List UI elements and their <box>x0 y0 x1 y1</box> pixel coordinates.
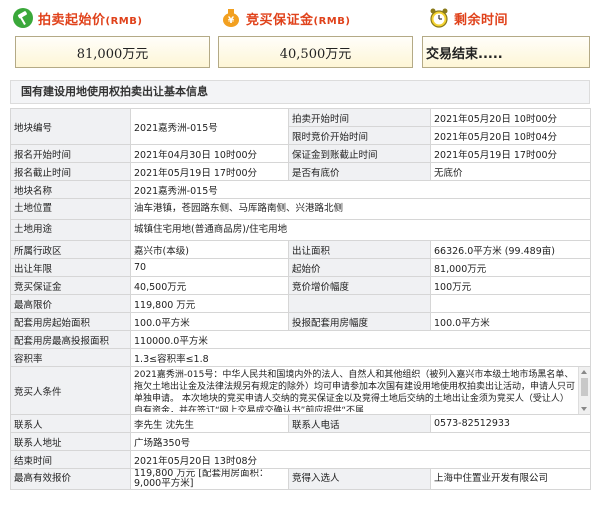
plot-ratio-value: 1.3≤容积率≤1.8 <box>130 348 591 367</box>
bid-increment-label: 竞价增价幅度 <box>288 276 431 295</box>
bidder-conditions-text: 2021嘉秀洲-015号：中华人民共和国境内外的法人、自然人和其他组织（被列入嘉… <box>134 370 576 412</box>
housing-increment-label: 投报配套用房幅度 <box>288 312 431 331</box>
land-location-label: 土地位置 <box>10 198 131 220</box>
time-left-header: 剩余时间 <box>428 4 508 32</box>
auction-summary-header: 拍卖起始价(RMB) ¥ 竞买保证金(RMB) 剩余时间 81,000万元 40… <box>0 0 600 78</box>
deposit-deadline-value: 2021年05月19日 17时00分 <box>430 144 591 163</box>
contact-address-label: 联系人地址 <box>10 432 131 451</box>
auction-start-value: 2021年05月20日 10时00分 <box>430 108 591 127</box>
housing-max-area-label: 配套用房最高投报面积 <box>10 330 131 349</box>
svg-text:¥: ¥ <box>228 16 235 26</box>
parcel-name-label: 地块名称 <box>10 180 131 199</box>
bidder-conditions-textarea[interactable]: 2021嘉秀洲-015号：中华人民共和国境内外的法人、自然人和其他组织（被列入嘉… <box>130 366 591 415</box>
deposit-unit: (RMB) <box>313 15 351 27</box>
price-cap-value: 119,800 万元 <box>130 294 289 313</box>
table-row: 报名开始时间 2021年04月30日 10时00分 保证金到账截止时间 2021… <box>10 144 591 163</box>
table-row: 最高限价 119,800 万元 <box>10 294 591 313</box>
housing-increment-value: 100.0平方米 <box>430 312 591 331</box>
registration-start-value: 2021年04月30日 10时00分 <box>130 144 289 163</box>
start-price-header: 拍卖起始价(RMB) <box>12 4 142 32</box>
end-time-value: 2021年05月20日 13时08分 <box>130 450 591 469</box>
price-cap-label: 最高限价 <box>10 294 131 313</box>
table-row: 地块名称 2021嘉秀洲-015号 <box>10 180 591 199</box>
time-left-label: 剩余时间 <box>454 12 509 28</box>
timed-bid-start-value: 2021年05月20日 10时04分 <box>430 126 591 145</box>
deposit-value: 40,500万元 <box>218 36 413 68</box>
starting-price-value: 81,000万元 <box>430 258 591 277</box>
parcel-number-label: 地块编号 <box>10 108 131 145</box>
scroll-down-icon[interactable] <box>581 407 587 411</box>
registration-start-label: 报名开始时间 <box>10 144 131 163</box>
alarm-clock-icon <box>428 7 450 29</box>
parcel-number-value: 2021嘉秀洲-015号 <box>130 108 289 145</box>
table-row: 出让年限 70 起始价 81,000万元 <box>10 258 591 277</box>
term-years-label: 出让年限 <box>10 258 131 277</box>
land-use-value: 城镇住宅用地(普通商品房)/住宅用地 <box>130 219 591 241</box>
highest-bid-label: 最高有效报价 <box>10 468 131 490</box>
table-row: 联系人 李先生 沈先生 联系人电话 0573-82512933 <box>10 414 591 433</box>
table-row: 土地位置 油车港镇，苍园路东侧、马厍路南侧、兴港路北侧 <box>10 198 591 220</box>
plot-ratio-label: 容积率 <box>10 348 131 367</box>
area-value: 66326.0平方米 (99.489亩) <box>430 240 591 259</box>
reserve-price-label: 是否有底价 <box>288 162 431 181</box>
winner-label: 竞得入选人 <box>288 468 431 490</box>
land-use-label: 土地用途 <box>10 219 131 241</box>
table-row: 配套用房起始面积 100.0平方米 投报配套用房幅度 100.0平方米 <box>10 312 591 331</box>
deposit-deadline-label: 保证金到账截止时间 <box>288 144 431 163</box>
bidder-conditions-label: 竞买人条件 <box>10 366 131 415</box>
area-label: 出让面积 <box>288 240 431 259</box>
reserve-price-value: 无底价 <box>430 162 591 181</box>
housing-max-area-value: 110000.0平方米 <box>130 330 591 349</box>
winner-value: 上海中住置业开发有限公司 <box>430 468 591 490</box>
table-row: 容积率 1.3≤容积率≤1.8 <box>10 348 591 367</box>
table-row: 竞买人条件 2021嘉秀洲-015号：中华人民共和国境内外的法人、自然人和其他组… <box>10 366 591 415</box>
contact-phone-label: 联系人电话 <box>288 414 431 433</box>
district-label: 所属行政区 <box>10 240 131 259</box>
table-row: 报名截止时间 2021年05月19日 17时00分 是否有底价 无底价 <box>10 162 591 181</box>
highest-bid-value: 119,800 万元 [配套用房面积：9,000平方米] <box>130 468 289 490</box>
deposit-label: 竞买保证金 <box>246 12 314 28</box>
starting-price-label: 起始价 <box>288 258 431 277</box>
contact-label: 联系人 <box>10 414 131 433</box>
bid-deposit-label: 竞买保证金 <box>10 276 131 295</box>
table-row: 最高有效报价 119,800 万元 [配套用房面积：9,000平方米] 竞得入选… <box>10 468 591 490</box>
scroll-up-icon[interactable] <box>581 370 587 374</box>
housing-start-area-label: 配套用房起始面积 <box>10 312 131 331</box>
start-price-unit: (RMB) <box>105 15 143 27</box>
district-value: 嘉兴市(本级) <box>130 240 289 259</box>
land-info-table: 地块编号 2021嘉秀洲-015号 拍卖开始时间 2021年05月20日 10时… <box>10 108 591 490</box>
table-row: 联系人地址 广场路350号 <box>10 432 591 451</box>
bid-deposit-value: 40,500万元 <box>130 276 289 295</box>
status-value: 交易结束..... <box>422 36 590 68</box>
table-row: 所属行政区 嘉兴市(本级) 出让面积 66326.0平方米 (99.489亩) <box>10 240 591 259</box>
bid-increment-value: 100万元 <box>430 276 591 295</box>
deposit-header: ¥ 竞买保证金(RMB) <box>220 4 350 32</box>
table-row: 竞买保证金 40,500万元 竞价增价幅度 100万元 <box>10 276 591 295</box>
end-time-label: 结束时间 <box>10 450 131 469</box>
table-row: 土地用途 城镇住宅用地(普通商品房)/住宅用地 <box>10 219 591 241</box>
gavel-icon <box>12 7 34 29</box>
timed-bid-start-label: 限时竞价开始时间 <box>288 126 431 145</box>
scrollbar[interactable] <box>578 367 590 414</box>
land-location-value: 油车港镇，苍园路东侧、马厍路南侧、兴港路北侧 <box>130 198 591 220</box>
parcel-name-value: 2021嘉秀洲-015号 <box>130 180 591 199</box>
registration-end-label: 报名截止时间 <box>10 162 131 181</box>
registration-end-value: 2021年05月19日 17时00分 <box>130 162 289 181</box>
start-price-label: 拍卖起始价 <box>38 12 106 28</box>
contact-value: 李先生 沈先生 <box>130 414 289 433</box>
contact-address-value: 广场路350号 <box>130 432 591 451</box>
scroll-thumb[interactable] <box>581 378 588 396</box>
table-row: 地块编号 2021嘉秀洲-015号 拍卖开始时间 2021年05月20日 10时… <box>10 108 591 145</box>
money-bag-icon: ¥ <box>220 7 242 29</box>
housing-start-area-value: 100.0平方米 <box>130 312 289 331</box>
auction-start-label: 拍卖开始时间 <box>288 108 431 127</box>
section-title: 国有建设用地使用权拍卖出让基本信息 <box>10 80 590 104</box>
table-row: 结束时间 2021年05月20日 13时08分 <box>10 450 591 469</box>
start-price-value: 81,000万元 <box>15 36 210 68</box>
contact-phone-value: 0573-82512933 <box>430 414 591 433</box>
term-years-value: 70 <box>130 258 289 277</box>
table-row: 配套用房最高投报面积 110000.0平方米 <box>10 330 591 349</box>
